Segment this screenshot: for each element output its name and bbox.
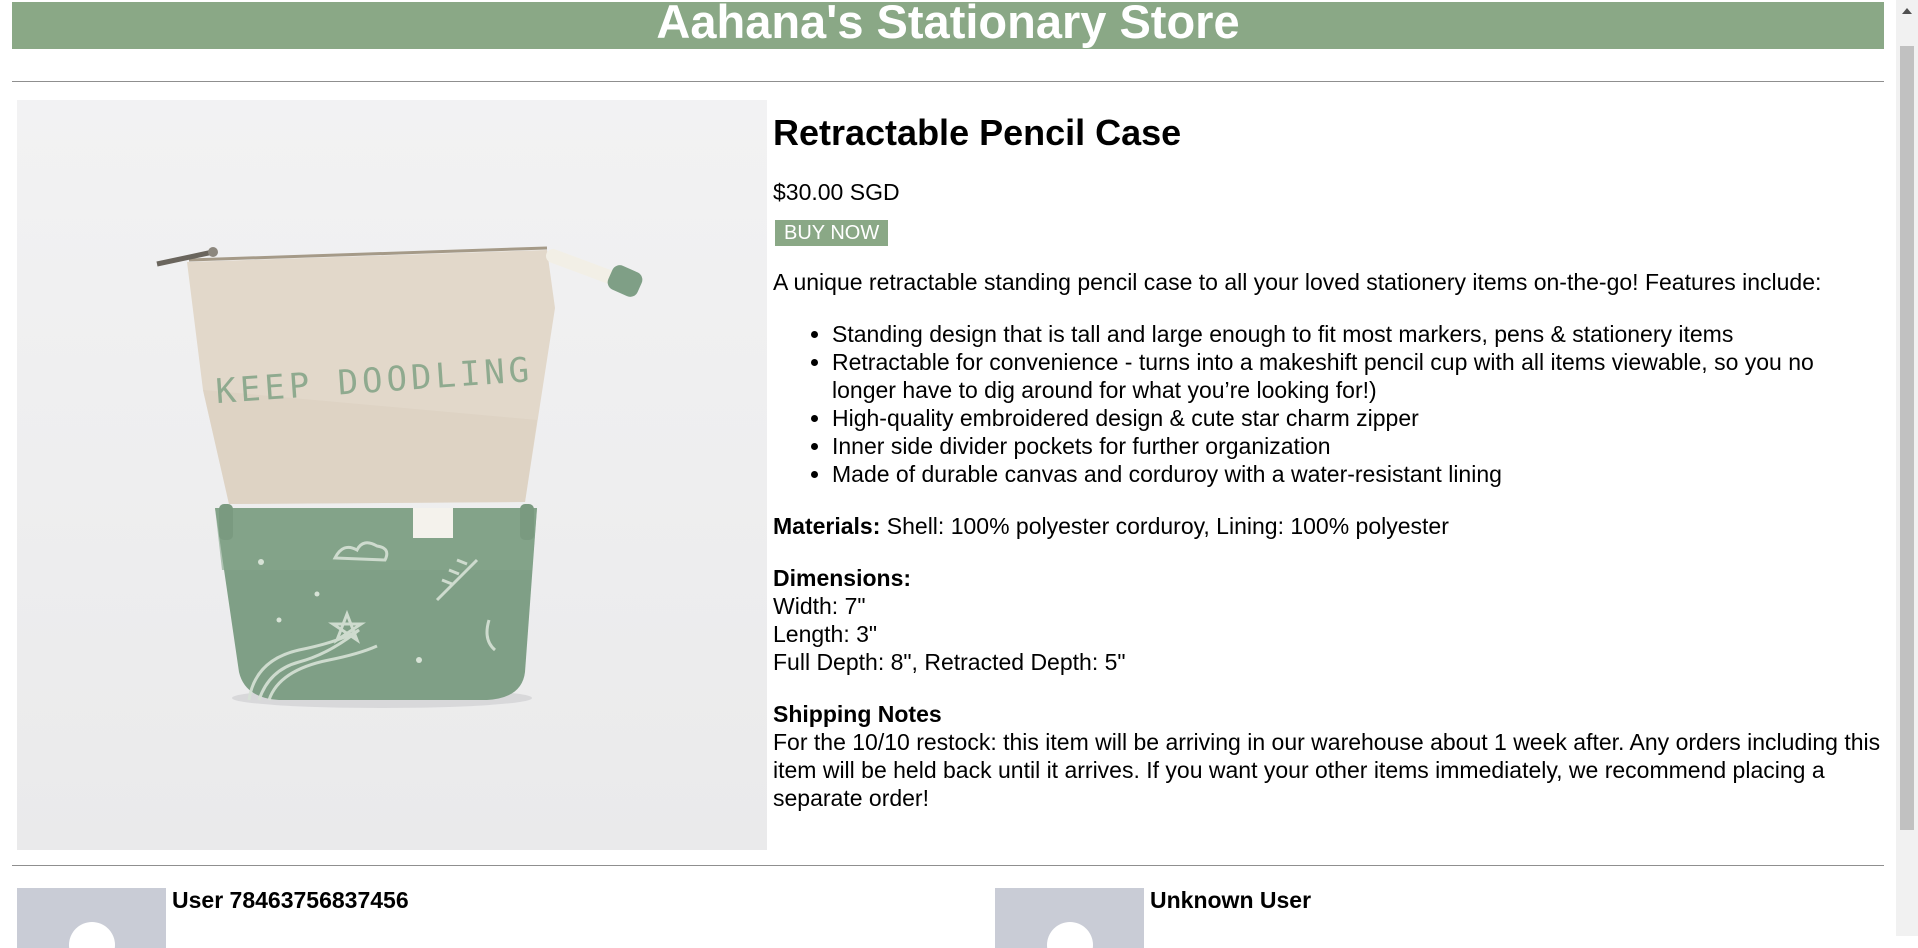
dimension-length: Length: 3": [773, 621, 878, 647]
pencil-case-illustration: KEEP DOODLING: [17, 100, 767, 850]
store-title: Aahana's Stationary Store: [656, 2, 1240, 48]
product-image: KEEP DOODLING: [17, 100, 767, 850]
review-card: User 78463756837456: [17, 888, 717, 948]
review-card: Unknown User: [995, 888, 1695, 948]
shipping-text: For the 10/10 restock: this item will be…: [773, 729, 1881, 811]
dimension-depth: Full Depth: 8", Retracted Depth: 5": [773, 649, 1126, 675]
divider: [12, 81, 1884, 82]
feature-item: Standing design that is tall and large e…: [832, 320, 1881, 348]
scroll-up-icon[interactable]: [1902, 8, 1912, 14]
feature-item: Inner side divider pockets for further o…: [832, 432, 1881, 460]
feature-item: Retractable for convenience - turns into…: [832, 348, 1881, 404]
materials: Materials: Shell: 100% polyester corduro…: [773, 512, 1881, 540]
vertical-scrollbar[interactable]: [1896, 0, 1918, 936]
materials-value: Shell: 100% polyester corduroy, Lining: …: [886, 513, 1449, 539]
materials-label: Materials:: [773, 513, 881, 539]
shipping-notes: Shipping Notes For the 10/10 restock: th…: [773, 700, 1881, 812]
scrollbar-thumb[interactable]: [1900, 46, 1914, 830]
reviewer-name: User 78463756837456: [172, 887, 409, 913]
buy-now-button[interactable]: BUY NOW: [775, 220, 889, 246]
dimensions: Dimensions: Width: 7" Length: 3" Full De…: [773, 564, 1881, 676]
product-title: Retractable Pencil Case: [773, 112, 1182, 153]
feature-list: Standing design that is tall and large e…: [773, 320, 1881, 488]
avatar-placeholder-icon: [1047, 922, 1093, 948]
divider: [12, 865, 1884, 866]
dimensions-label: Dimensions:: [773, 565, 912, 591]
product-intro: A unique retractable standing pencil cas…: [773, 269, 1822, 295]
product-price: $30.00 SGD: [773, 179, 900, 205]
avatar: [995, 888, 1144, 948]
dimension-width: Width: 7": [773, 593, 866, 619]
feature-item: Made of durable canvas and corduroy with…: [832, 460, 1881, 488]
product-details: Retractable Pencil Case $30.00 SGD BUY N…: [773, 100, 1881, 812]
reviewer-name: Unknown User: [1150, 887, 1312, 913]
avatar: [17, 888, 166, 948]
avatar-placeholder-icon: [69, 922, 115, 948]
store-banner: Aahana's Stationary Store: [12, 2, 1884, 49]
feature-item: High-quality embroidered design & cute s…: [832, 404, 1881, 432]
shipping-label: Shipping Notes: [773, 701, 942, 727]
